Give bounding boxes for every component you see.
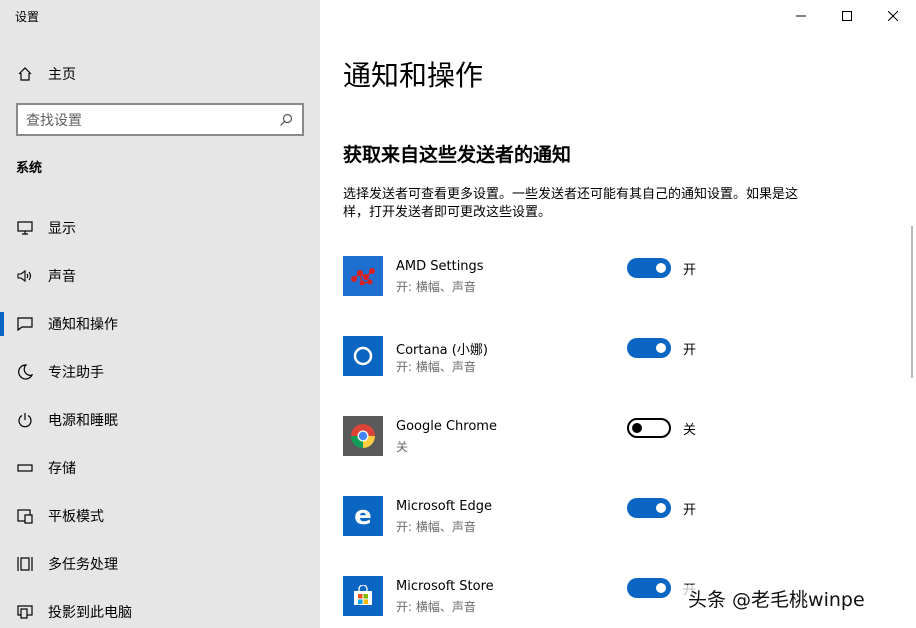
sidebar: 设置 主页 查找设置 系统 显示 声音 通知和操作 专注助手 电源和睡眠 存储 … <box>0 0 320 628</box>
sender-name: Microsoft Store <box>396 579 494 594</box>
sidebar-item-label: 声音 <box>48 269 76 285</box>
sidebar-item-sound[interactable]: 声音 <box>0 252 320 300</box>
toggle-state-label: 开 <box>683 503 697 518</box>
toggle-state-label: 开 <box>683 343 697 358</box>
home-label: 主页 <box>48 67 76 83</box>
sidebar-item-multitasking[interactable]: 多任务处理 <box>0 540 320 588</box>
watermark: 头条 @老毛桃winpe <box>684 585 869 612</box>
sender-name: Cortana (小娜) <box>396 343 488 358</box>
sidebar-item-storage[interactable]: 存储 <box>0 444 320 492</box>
page-title: 通知和操作 <box>343 59 484 92</box>
sidebar-item-label: 专注助手 <box>48 365 104 381</box>
sender-status: 开: 横幅、声音 <box>396 520 476 534</box>
moon-icon <box>16 363 34 381</box>
sidebar-item-project-to-pc[interactable]: 投影到此电脑 <box>0 588 320 628</box>
section-description: 选择发送者可查看更多设置。一些发送者还可能有其自己的通知设置。如果是这样，打开发… <box>343 187 799 220</box>
maximize-button[interactable] <box>824 0 870 32</box>
sender-list: AMD Settings 开: 横幅、声音 开 Cortana (小娜) 开: … <box>343 256 783 628</box>
sender-status: 开: 横幅、声音 <box>396 600 476 614</box>
close-button[interactable] <box>870 0 916 32</box>
sender-row-amd-settings[interactable]: AMD Settings 开: 横幅、声音 开 <box>343 256 783 336</box>
multitask-icon <box>16 555 34 573</box>
chrome-icon <box>343 416 383 456</box>
speaker-icon <box>16 267 34 285</box>
tablet-mode-icon <box>16 507 34 525</box>
storage-icon <box>16 459 34 477</box>
notification-toggle[interactable] <box>627 578 671 598</box>
sender-row-cortana[interactable]: Cortana (小娜) 开: 横幅、声音 开 <box>343 336 783 416</box>
home-nav-item[interactable]: 主页 <box>16 64 76 84</box>
close-icon <box>888 11 898 21</box>
toggle-knob <box>656 583 666 593</box>
monitor-icon <box>16 219 34 237</box>
store-icon <box>343 576 383 616</box>
sidebar-item-label: 电源和睡眠 <box>48 413 118 429</box>
sidebar-item-label: 存储 <box>48 461 76 477</box>
toggle-state-label: 开 <box>683 263 697 278</box>
maximize-icon <box>842 11 852 21</box>
edge-icon: e <box>343 496 383 536</box>
sidebar-item-label: 多任务处理 <box>48 557 118 573</box>
sidebar-item-label: 通知和操作 <box>48 317 118 333</box>
notification-toggle[interactable] <box>627 338 671 358</box>
notification-toggle[interactable] <box>627 498 671 518</box>
search-placeholder: 查找设置 <box>26 112 82 129</box>
search-icon[interactable] <box>278 112 294 128</box>
cortana-icon <box>343 336 383 376</box>
sender-status: 开: 横幅、声音 <box>396 280 476 294</box>
toggle-state-label: 关 <box>683 423 697 438</box>
sender-row-google-chrome[interactable]: Google Chrome 关 关 <box>343 416 783 496</box>
sidebar-item-notifications[interactable]: 通知和操作 <box>0 300 320 348</box>
toggle-knob <box>656 343 666 353</box>
power-icon <box>16 411 34 429</box>
sidebar-item-power-sleep[interactable]: 电源和睡眠 <box>0 396 320 444</box>
window-title: 设置 <box>15 10 40 24</box>
sidebar-item-label: 显示 <box>48 221 76 237</box>
toggle-knob <box>656 263 666 273</box>
sidebar-item-label: 平板模式 <box>48 509 104 525</box>
sidebar-item-label: 投影到此电脑 <box>48 605 132 621</box>
toggle-knob <box>632 423 642 433</box>
search-input[interactable]: 查找设置 <box>16 103 304 136</box>
toggle-knob <box>656 503 666 513</box>
sender-row-microsoft-edge[interactable]: e Microsoft Edge 开: 横幅、声音 开 <box>343 496 783 576</box>
project-icon <box>16 603 34 621</box>
sender-status: 关 <box>396 440 409 454</box>
minimize-icon <box>796 15 806 17</box>
home-icon <box>16 65 34 83</box>
sender-name: Google Chrome <box>396 419 497 434</box>
minimize-button[interactable] <box>778 0 824 32</box>
sender-status: 开: 横幅、声音 <box>396 360 476 374</box>
section-heading: 获取来自这些发送者的通知 <box>343 144 572 166</box>
sender-name: Microsoft Edge <box>396 499 493 514</box>
notification-toggle[interactable] <box>627 418 671 438</box>
notification-icon <box>16 315 34 333</box>
sidebar-item-focus-assist[interactable]: 专注助手 <box>0 348 320 396</box>
scrollbar[interactable] <box>911 226 913 378</box>
sidebar-item-display[interactable]: 显示 <box>0 204 320 252</box>
section-label: 系统 <box>16 161 43 176</box>
sender-name: AMD Settings <box>396 259 484 274</box>
sidebar-nav: 显示 声音 通知和操作 专注助手 电源和睡眠 存储 平板模式 多任务处理 投影到… <box>0 204 320 628</box>
sidebar-item-tablet-mode[interactable]: 平板模式 <box>0 492 320 540</box>
amd-settings-icon <box>343 256 383 296</box>
notification-toggle[interactable] <box>627 258 671 278</box>
